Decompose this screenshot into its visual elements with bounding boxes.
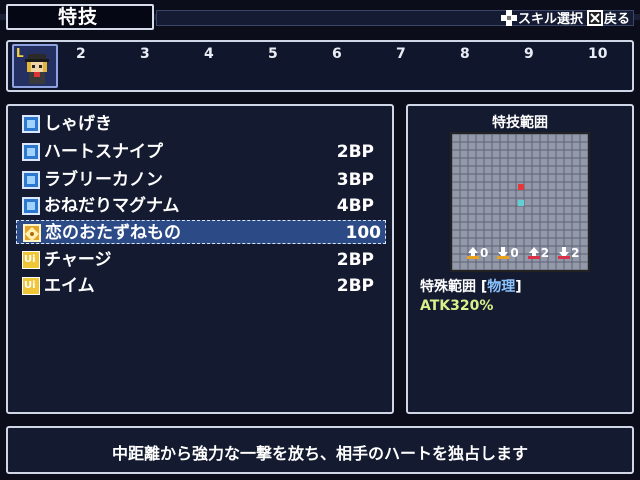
- stat-red-up: 2: [527, 246, 549, 260]
- range-title: 特技範囲: [492, 115, 548, 131]
- x-button-icon[interactable]: [586, 9, 603, 26]
- blue-square-icon: [22, 115, 40, 133]
- range-type-label: 特殊範囲 [物理]: [420, 279, 522, 295]
- skill-name: おねだりマグナム: [44, 196, 180, 216]
- party-slot-3[interactable]: 3: [140, 46, 150, 62]
- arrow-down-icon: [497, 247, 510, 259]
- blue-square-icon: [22, 143, 40, 161]
- arrow-down-icon: [558, 247, 571, 259]
- stat-row: 0 0 2 2: [466, 246, 579, 260]
- party-slot-10[interactable]: 10: [588, 46, 607, 62]
- arrow-up-icon: [527, 247, 540, 259]
- page-title: 特技: [58, 6, 99, 28]
- skill-cost: 4BP: [336, 196, 374, 216]
- party-slot-5[interactable]: 5: [268, 46, 278, 62]
- skill-cost: 100: [345, 223, 382, 243]
- target-cell: [518, 184, 524, 190]
- skill-row[interactable]: ハートスナイプ 2BP: [22, 140, 386, 164]
- skill-cost: 3BP: [336, 170, 374, 190]
- party-slot-7[interactable]: 7: [396, 46, 406, 62]
- skill-row[interactable]: Ui エイム 2BP: [22, 274, 386, 298]
- party-slot-1[interactable]: L: [12, 44, 58, 88]
- blue-square-icon: [22, 197, 40, 215]
- skill-row[interactable]: Ui チャージ 2BP: [22, 248, 386, 272]
- party-slot-9[interactable]: 9: [524, 46, 534, 62]
- skill-cost: 2BP: [336, 276, 374, 296]
- ui-badge-icon: Ui: [22, 277, 40, 295]
- hint-select-label: スキル選択: [517, 12, 583, 27]
- blue-square-icon: [22, 171, 40, 189]
- skill-name: エイム: [44, 276, 95, 296]
- dpad-icon: [500, 9, 517, 26]
- stat-atk-up: 0: [466, 246, 488, 260]
- stat-red-down: 2: [557, 246, 579, 260]
- ui-badge-icon: Ui: [22, 251, 40, 269]
- party-slot-4[interactable]: 4: [204, 46, 214, 62]
- skill-name: ラブリーカノン: [44, 170, 163, 190]
- skill-row[interactable]: しゃげき: [22, 112, 386, 136]
- party-slot-8[interactable]: 8: [460, 46, 470, 62]
- skill-row-selected[interactable]: 恋のおたずねもの 100: [16, 220, 386, 244]
- skill-name: チャージ: [44, 250, 112, 270]
- skill-name: ハートスナイプ: [44, 142, 163, 162]
- party-slot-6[interactable]: 6: [332, 46, 342, 62]
- character-portrait-icon: [25, 54, 49, 84]
- origin-cell: [518, 200, 524, 206]
- stat-def-down: 0: [496, 246, 519, 260]
- skill-cost: 2BP: [336, 142, 374, 162]
- skill-row[interactable]: おねだりマグナム 4BP: [22, 194, 386, 218]
- skill-description: 中距離から強力な一撃を放ち、相手のハートを独占します: [111, 444, 528, 463]
- control-hints: スキル選択 戻る: [500, 8, 634, 27]
- skill-range-panel: 特技範囲 0 0 2 2 特殊範囲 [物理] ATK320%: [406, 104, 634, 414]
- gold-pattern-icon: [23, 224, 41, 242]
- description-box: 中距離から強力な一撃を放ち、相手のハートを独占します: [6, 426, 634, 474]
- party-slot-2[interactable]: 2: [76, 46, 86, 62]
- atk-value: ATK320%: [420, 298, 494, 314]
- skill-name: しゃげき: [44, 114, 112, 134]
- title-box: 特技: [6, 4, 154, 30]
- skill-list: しゃげき ハートスナイプ 2BP ラブリーカノン 3BP おねだりマグナム 4B…: [6, 104, 394, 414]
- skill-name: 恋のおたずねもの: [45, 223, 181, 243]
- party-strip: L 2 3 4 5 6 7 8 9 10: [6, 40, 634, 92]
- arrow-up-icon: [467, 247, 479, 259]
- hint-back-label[interactable]: 戻る: [604, 8, 630, 27]
- skill-cost: 2BP: [336, 250, 374, 270]
- skill-row[interactable]: ラブリーカノン 3BP: [22, 168, 386, 192]
